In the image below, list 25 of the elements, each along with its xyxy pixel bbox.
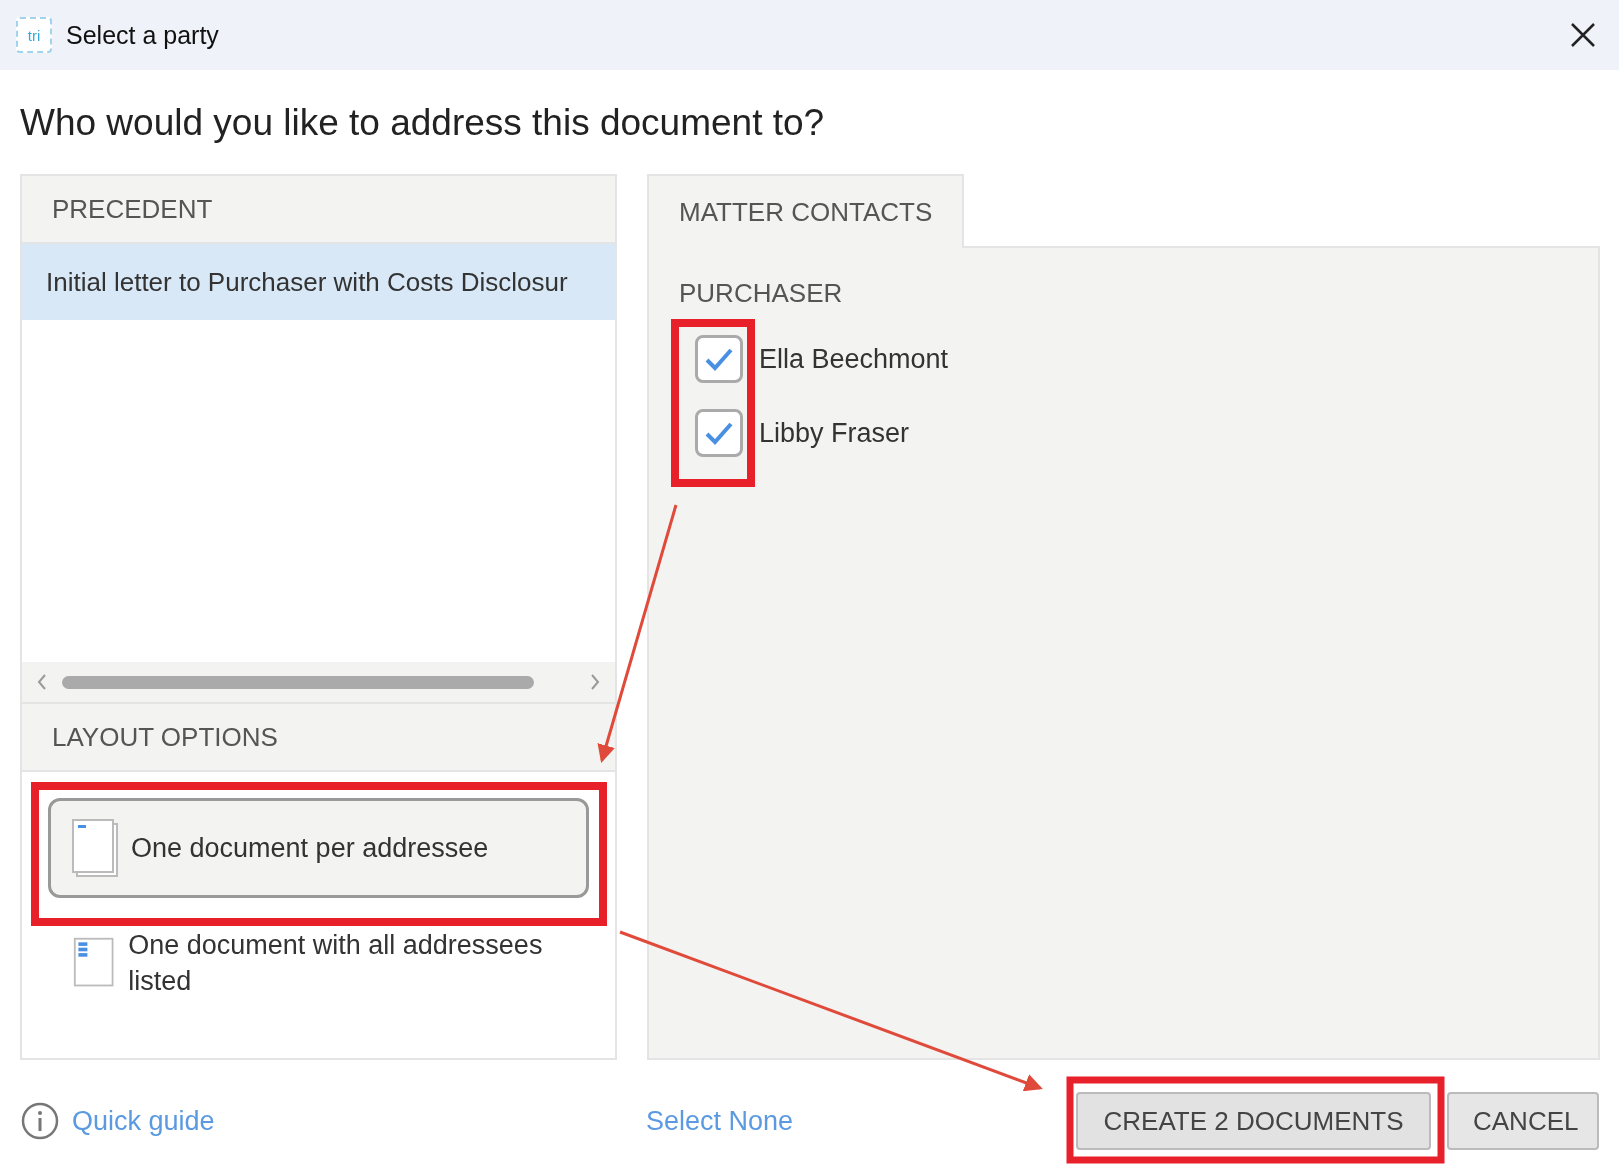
section-header: LAYOUT OPTIONS (52, 721, 278, 753)
layout-option[interactable]: One document per addressee (48, 798, 589, 898)
checkmark-icon (704, 420, 734, 446)
chevron-left-icon[interactable] (36, 673, 48, 691)
create-button[interactable]: CREATE 2 DOCUMENTS (1076, 1092, 1431, 1150)
contact-name: Libby Fraser (759, 417, 910, 449)
section-header: PRECEDENT (52, 193, 213, 225)
checkbox[interactable] (695, 409, 743, 457)
close-icon (1569, 21, 1597, 49)
chevron-right-icon[interactable] (589, 673, 601, 691)
layout-option[interactable]: One document with all addressees listed (48, 924, 589, 1003)
cancel-button[interactable]: CANCEL (1447, 1092, 1599, 1150)
dialog-heading: Who would you like to address this document to? (20, 102, 826, 144)
precedent-item[interactable]: Initial letter to Purchaser with Costs Disclosur (22, 244, 615, 320)
checkbox[interactable] (695, 335, 743, 383)
checkmark-icon (704, 346, 734, 372)
tab[interactable]: MATTER CONTACTS (647, 174, 965, 248)
group-label: PURCHASER (679, 278, 844, 309)
scrollbar-thumb[interactable] (62, 675, 534, 689)
app-logo: tri (16, 17, 52, 53)
stacked-documents-icon (71, 818, 119, 878)
contact-name: Ella Beechmont (759, 343, 949, 375)
horizontal-scrollbar[interactable] (22, 662, 615, 704)
window-title: Select a party (66, 20, 220, 50)
info-icon (20, 1101, 60, 1141)
